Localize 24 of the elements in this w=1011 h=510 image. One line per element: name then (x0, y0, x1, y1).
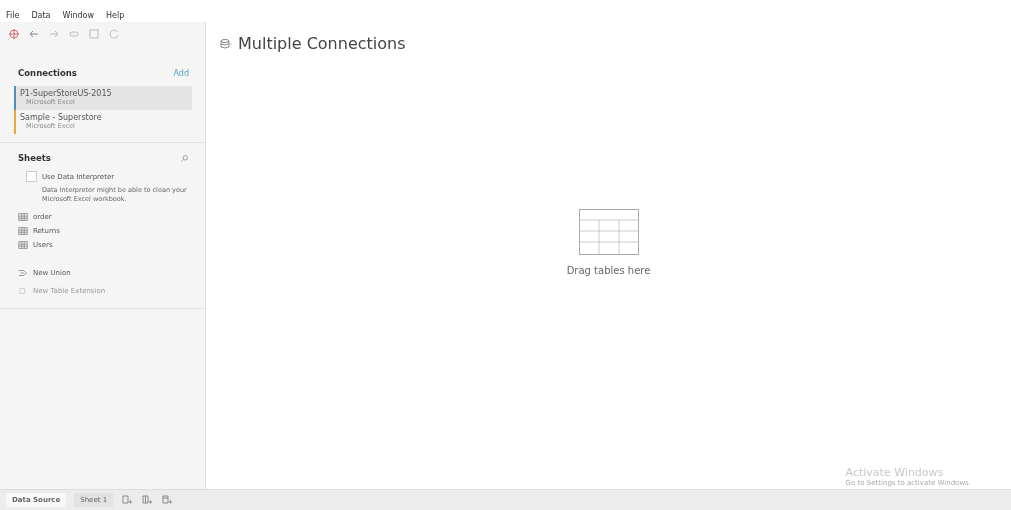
refresh-icon[interactable] (108, 28, 120, 40)
database-icon (220, 37, 232, 50)
new-sheet-icon[interactable] (121, 494, 134, 506)
checkbox[interactable] (26, 171, 37, 182)
menu-item[interactable]: File (6, 11, 20, 20)
new-story-icon[interactable] (161, 494, 174, 506)
forward-arrow-icon[interactable] (48, 28, 60, 40)
table-icon (18, 225, 28, 236)
table-icon (18, 211, 28, 222)
menu-item[interactable]: Window (62, 11, 95, 20)
logo-icon[interactable] (8, 28, 20, 40)
new-dashboard-icon[interactable] (141, 494, 154, 506)
table-icon (18, 239, 28, 250)
back-arrow-icon[interactable] (28, 28, 40, 40)
extension-icon (18, 285, 28, 296)
canvas-title: Multiple Connections (238, 34, 406, 53)
drop-hint: Drag tables here (566, 264, 651, 276)
union-icon[interactable] (18, 267, 28, 278)
menu-item[interactable]: Help (106, 11, 125, 20)
section-title: Sheets (18, 153, 51, 163)
search-icon[interactable] (180, 153, 189, 163)
section-title: Connections (18, 68, 77, 78)
table-icon (578, 208, 639, 255)
menu-item[interactable]: Data (31, 11, 51, 20)
